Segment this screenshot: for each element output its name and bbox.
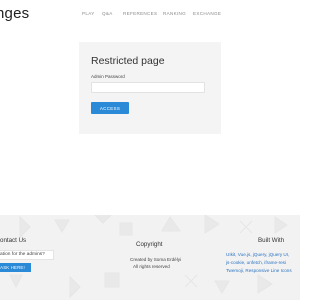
built-with-heading: Built With — [258, 237, 285, 244]
built-with-line[interactable]: Twemoji, Responsive Line Icons — [226, 268, 292, 273]
nav-exchange-link[interactable]: EXCHANGE — [193, 11, 221, 16]
nav-qa-link[interactable]: Q&A — [102, 11, 113, 16]
page-title: Restricted page — [91, 55, 165, 67]
nav-references-link[interactable]: REFERENCES — [123, 11, 157, 16]
copyright-heading: Copyright — [136, 241, 163, 248]
built-with-line[interactable]: js-cookie, unfetch, iframe-resi — [226, 260, 286, 265]
top-header: nges PLAY Q&A REFERENCES RANKING EXCHANG… — [0, 0, 300, 30]
site-footer: ontact Us ation for the admins? ASK HERE… — [0, 215, 300, 300]
copyright-rights: All rights reserved — [133, 264, 170, 269]
access-button[interactable]: ACCESS — [91, 102, 129, 114]
copyright-author: Created by Soma Erdélyi — [130, 257, 182, 262]
nav-play-link[interactable]: PLAY — [82, 11, 95, 16]
contact-message-text: ation for the admins? — [0, 252, 45, 257]
nav-ranking-link[interactable]: RANKING — [163, 11, 186, 16]
main-nav: PLAY Q&A REFERENCES RANKING EXCHANGE — [0, 11, 300, 21]
contact-heading: ontact Us — [0, 237, 27, 244]
password-label: Admin Password — [91, 74, 125, 79]
ask-here-button[interactable]: ASK HERE! — [0, 263, 31, 272]
built-with-line[interactable]: UIkit, Vue.js, jQuery, jQuery UI, — [226, 252, 289, 257]
restricted-page-card: Restricted page Admin Password ACCESS — [79, 42, 221, 134]
admin-password-input[interactable] — [91, 82, 205, 93]
